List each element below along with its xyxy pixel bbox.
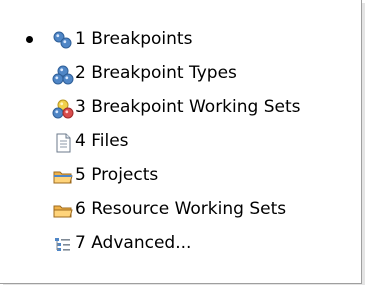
selected-radio-icon — [26, 36, 33, 43]
group-by-menu: 1 Breakpoints 2 Breakpoint Types 3 Break… — [0, 0, 362, 284]
breakpoints-icon — [52, 30, 74, 52]
menu-item-label: 6 Resource Working Sets — [75, 199, 287, 219]
file-icon — [52, 132, 74, 154]
menu-item-breakpoint-types[interactable]: 2 Breakpoint Types — [0, 56, 356, 90]
breakpoint-working-sets-icon — [52, 98, 74, 120]
breakpoint-types-icon — [52, 64, 74, 86]
menu-item-advanced[interactable]: 7 Advanced... — [0, 226, 356, 260]
menu-item-files[interactable]: 4 Files — [0, 124, 356, 158]
menu-item-label: 2 Breakpoint Types — [75, 63, 237, 83]
menu-item-breakpoint-working-sets[interactable]: 3 Breakpoint Working Sets — [0, 90, 356, 124]
menu-item-label: 5 Projects — [75, 165, 159, 185]
resource-folder-icon — [52, 200, 74, 222]
menu-item-label: 3 Breakpoint Working Sets — [75, 97, 301, 117]
menu-item-label: 7 Advanced... — [75, 233, 192, 253]
menu-item-label: 4 Files — [75, 131, 129, 151]
menu-item-breakpoints[interactable]: 1 Breakpoints — [0, 22, 356, 56]
advanced-tree-icon — [52, 234, 74, 256]
menu-item-resource-working-sets[interactable]: 6 Resource Working Sets — [0, 192, 356, 226]
menu-item-label: 1 Breakpoints — [75, 29, 193, 49]
menu-item-projects[interactable]: 5 Projects — [0, 158, 356, 192]
projects-folder-icon — [52, 166, 74, 188]
